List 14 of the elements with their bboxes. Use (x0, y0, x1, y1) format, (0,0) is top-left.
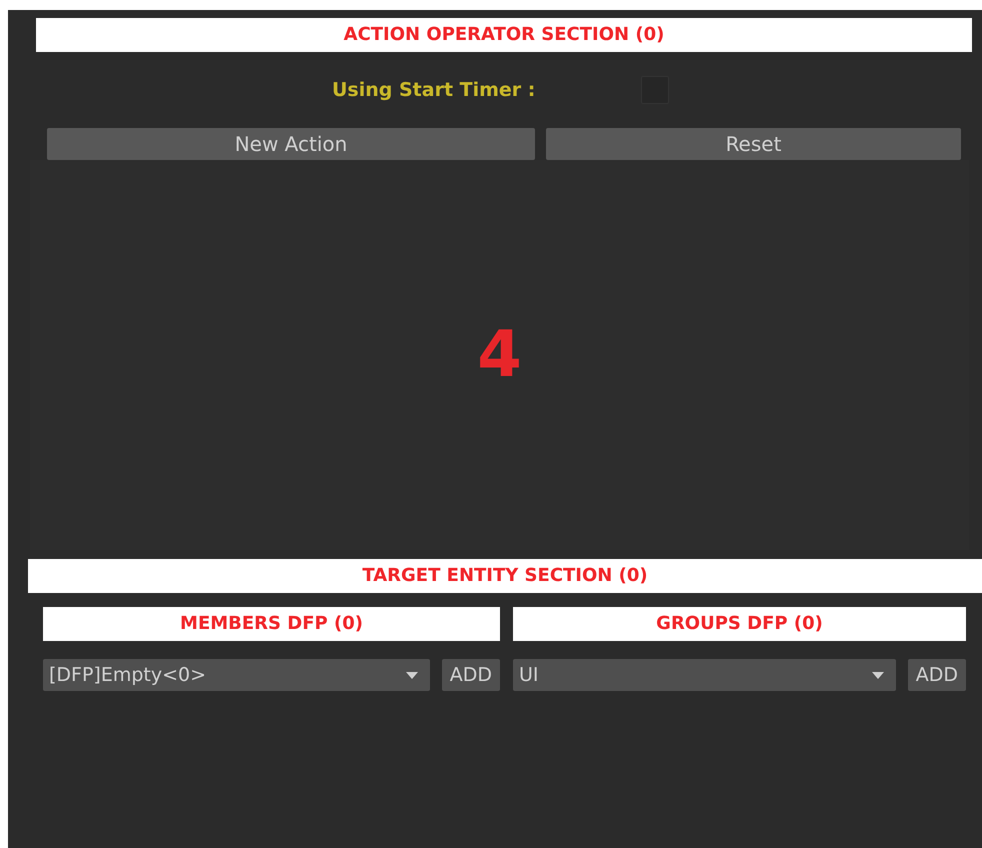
section-header: TARGET ENTITY SECTION (0) (28, 559, 982, 593)
step-number: 4 (477, 317, 522, 394)
dropdown[interactable]: [DFP]Empty<0> (43, 659, 430, 691)
column-header: GROUPS DFP (0) (513, 607, 966, 641)
action-button[interactable]: Reset (546, 128, 961, 160)
add-button[interactable]: ADD (442, 659, 500, 691)
caret-icon (872, 672, 884, 678)
caret-icon (406, 672, 418, 678)
add-button[interactable]: ADD (908, 659, 966, 691)
dropdown[interactable]: UI (513, 659, 896, 691)
timer-label: Using Start Timer : (332, 78, 536, 103)
column-header: MEMBERS DFP (0) (43, 607, 500, 641)
action-button[interactable]: New Action (47, 128, 535, 160)
section-header: ACTION OPERATOR SECTION (0) (36, 18, 972, 52)
